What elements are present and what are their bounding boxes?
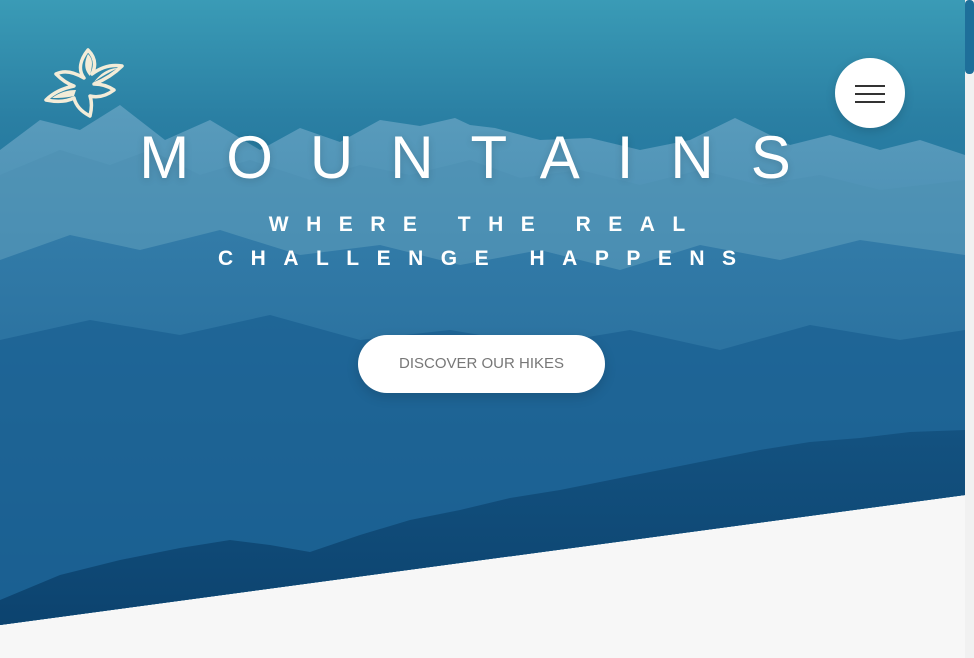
- mountain-background-image: [0, 105, 965, 625]
- hero-subtitle-line-2: CHALLENGE HAPPENS: [217, 247, 754, 270]
- scrollbar-track[interactable]: [965, 0, 974, 658]
- scrollbar-thumb[interactable]: [965, 0, 974, 74]
- hamburger-menu-button[interactable]: [835, 58, 905, 128]
- hamburger-menu-icon: [855, 85, 885, 87]
- hero-subtitle-line-1: WHERE THE REAL: [268, 213, 703, 236]
- page: MOUNTAINS WHERE THE REAL CHALLENGE HAPPE…: [0, 0, 974, 658]
- discover-hikes-button[interactable]: DISCOVER OUR HIKES: [358, 335, 605, 393]
- hero-subtitle: WHERE THE REAL CHALLENGE HAPPENS: [0, 208, 954, 276]
- hamburger-menu-icon-middle: [855, 93, 885, 95]
- hamburger-menu-icon-bottom: [855, 101, 885, 103]
- hero-title: MOUNTAINS: [139, 124, 828, 191]
- leaf-logo-icon[interactable]: [44, 46, 126, 120]
- hero-section: MOUNTAINS WHERE THE REAL CHALLENGE HAPPE…: [0, 0, 965, 625]
